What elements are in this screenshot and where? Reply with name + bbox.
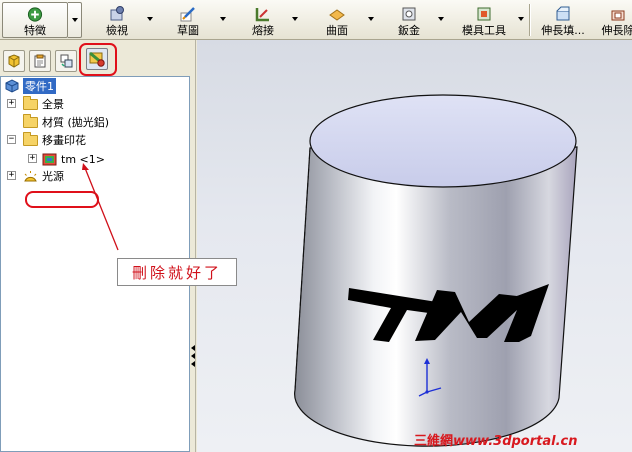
site-watermark: 三維網www.3dportal.cn <box>414 430 578 449</box>
annotation-arrow <box>82 163 119 251</box>
watermark-cn: 三維網 <box>414 434 454 449</box>
watermark-url: www.3dportal.cn <box>453 434 578 449</box>
annotation-callout: 刪除就好了 <box>117 258 237 286</box>
